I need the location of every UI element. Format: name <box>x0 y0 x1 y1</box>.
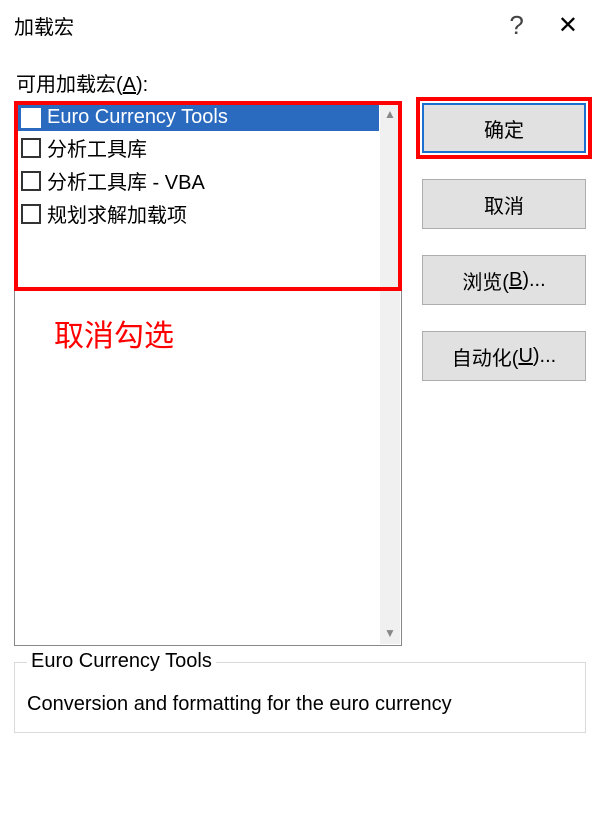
description-body: Conversion and formatting for the euro c… <box>27 686 573 718</box>
checkbox-icon[interactable] <box>21 204 41 224</box>
list-label-accelerator: A <box>123 74 136 96</box>
help-icon[interactable]: ? <box>509 10 523 41</box>
ok-button-wrap: 确定 <box>422 103 586 153</box>
description-title: Euro Currency Tools <box>27 650 216 673</box>
checkbox-icon[interactable] <box>21 138 41 158</box>
automation-button[interactable]: 自动化(U)... <box>422 331 586 381</box>
list-item-label: 分析工具库 <box>47 133 147 162</box>
automation-accelerator: U <box>518 345 532 368</box>
browse-button[interactable]: 浏览(B)... <box>422 255 586 305</box>
addins-listbox[interactable]: Euro Currency Tools 分析工具库分析工具库 - VBA 规划求解加… <box>14 101 402 646</box>
cancel-button[interactable]: 取消 <box>422 179 586 229</box>
scroll-up-icon[interactable]: ▲ <box>384 107 396 121</box>
title-bar: 加载宏 ? ✕ <box>0 0 600 50</box>
close-icon[interactable]: ✕ <box>558 11 578 40</box>
checkbox-icon[interactable] <box>21 171 41 191</box>
list-item-label: 规划求解加载项 <box>47 199 187 228</box>
scroll-down-icon[interactable]: ▼ <box>384 626 396 640</box>
dialog-title: 加载宏 <box>14 11 74 40</box>
list-item[interactable]: 规划求解加载项 <box>17 197 379 230</box>
list-item-label: Euro Currency Tools <box>47 106 228 129</box>
main-row: Euro Currency Tools 分析工具库分析工具库 - VBA 规划求解加… <box>0 101 600 646</box>
description-groupbox: Euro Currency Tools Conversion and forma… <box>14 662 586 733</box>
title-controls: ? ✕ <box>509 10 586 41</box>
list-label-pre: 可用加载宏( <box>16 74 123 96</box>
list-label: 可用加载宏(A): <box>0 50 600 101</box>
button-column: 确定 取消 浏览(B)... 自动化(U)... <box>422 101 586 646</box>
browse-label-post: )... <box>522 269 545 292</box>
list-wrap: Euro Currency Tools 分析工具库分析工具库 - VBA 规划求解加… <box>14 101 402 646</box>
list-item[interactable]: 分析工具库 <box>17 131 379 164</box>
checkbox-icon[interactable] <box>21 108 41 128</box>
list-item-label: 分析工具库 - VBA <box>47 166 205 195</box>
list-item[interactable]: Euro Currency Tools <box>17 104 379 131</box>
list-item[interactable]: 分析工具库 - VBA <box>17 164 379 197</box>
scrollbar[interactable]: ▲ ▼ <box>380 103 400 644</box>
automation-label-pre: 自动化( <box>452 342 519 371</box>
list-label-post: ): <box>136 74 148 96</box>
browse-label-pre: 浏览( <box>462 266 509 295</box>
automation-label-post: )... <box>533 345 556 368</box>
ok-button[interactable]: 确定 <box>422 103 586 153</box>
browse-accelerator: B <box>509 269 522 292</box>
